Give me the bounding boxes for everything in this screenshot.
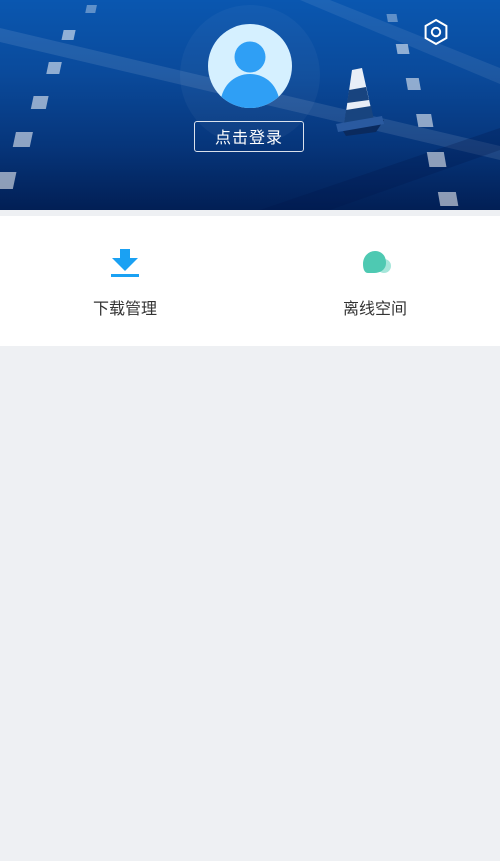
- empty-content-area: [0, 346, 500, 861]
- traffic-cone-illustration: [336, 68, 384, 136]
- cloud-icon: [363, 251, 391, 273]
- offline-space-button[interactable]: 离线空间: [250, 216, 500, 346]
- default-avatar-icon: [220, 41, 280, 108]
- settings-button[interactable]: [422, 18, 450, 46]
- download-manager-button[interactable]: 下载管理: [0, 216, 250, 346]
- profile-header: 点击登录: [0, 0, 500, 210]
- user-avatar[interactable]: [208, 24, 292, 108]
- download-icon: [111, 249, 139, 277]
- quick-actions-panel: 下载管理 离线空间: [0, 216, 500, 346]
- download-manager-label: 下载管理: [92, 299, 157, 318]
- settings-icon: [424, 18, 448, 46]
- login-button[interactable]: 点击登录: [194, 121, 304, 152]
- offline-space-label: 离线空间: [342, 299, 407, 318]
